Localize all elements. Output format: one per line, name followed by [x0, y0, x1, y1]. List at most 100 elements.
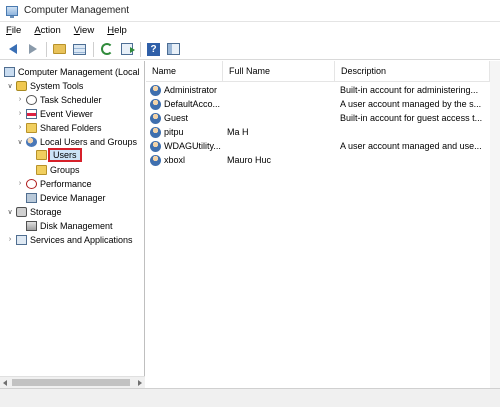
- computer-icon: [4, 66, 15, 77]
- collapse-chevron-icon[interactable]: ∨: [16, 138, 24, 146]
- header-divider: [146, 81, 500, 82]
- user-icon: [150, 140, 161, 152]
- refresh-button[interactable]: [98, 41, 115, 58]
- list-item[interactable]: WDAGUtility... A user account managed an…: [146, 139, 500, 153]
- list-item[interactable]: Guest Built-in account for guest access …: [146, 111, 500, 125]
- help-icon: ?: [147, 42, 160, 56]
- window-title: Computer Management: [24, 5, 130, 16]
- menu-file[interactable]: File: [6, 25, 21, 36]
- back-arrow-icon: [8, 44, 17, 54]
- folder-icon: [36, 149, 47, 160]
- user-description: Built-in account for guest access t...: [340, 113, 483, 123]
- forward-arrow-icon: [28, 44, 37, 54]
- show-hide-tree-button[interactable]: [71, 41, 88, 58]
- menu-bar: File Action View Help: [0, 22, 500, 39]
- user-icon: [150, 84, 161, 96]
- column-header-name[interactable]: Name: [146, 61, 223, 81]
- user-full-name: Mauro Huc: [227, 155, 272, 165]
- console-tree-icon: [167, 43, 180, 55]
- user-full-name: [227, 111, 332, 125]
- computer-management-icon: [6, 5, 18, 18]
- system-tools-icon: [16, 80, 27, 91]
- user-full-name: [227, 83, 332, 97]
- menu-action[interactable]: Action: [34, 25, 60, 36]
- users-group-icon: [26, 136, 37, 147]
- refresh-icon: [100, 43, 113, 55]
- expand-chevron-icon[interactable]: ›: [16, 110, 24, 117]
- user-description: A user account managed and use...: [340, 141, 482, 151]
- user-name: pitpu: [164, 127, 184, 137]
- device-manager-icon: [26, 192, 37, 203]
- tree-item-groups[interactable]: Groups: [36, 163, 80, 176]
- user-icon: [150, 112, 161, 124]
- tree-item-disk-management[interactable]: Disk Management: [26, 219, 113, 232]
- expand-chevron-icon[interactable]: ›: [6, 236, 14, 243]
- list-item[interactable]: pitpu Ma H: [146, 125, 500, 139]
- user-description: [340, 125, 490, 139]
- tree-horizontal-scrollbar[interactable]: [0, 376, 145, 388]
- up-folder-icon: [53, 44, 66, 54]
- tree-item-users[interactable]: Users: [36, 147, 82, 162]
- disk-management-icon: [26, 220, 37, 231]
- title-bar: Computer Management: [0, 0, 500, 22]
- scroll-right-icon[interactable]: [138, 380, 142, 386]
- user-icon: [150, 126, 161, 138]
- user-full-name: [227, 97, 332, 111]
- status-bar: [0, 388, 500, 407]
- scrollbar-thumb[interactable]: [12, 379, 130, 386]
- user-name: Administrator: [164, 85, 218, 95]
- user-icon: [150, 98, 161, 110]
- user-name: Guest: [164, 113, 189, 123]
- toolbar-separator: [140, 41, 141, 57]
- tree-item-shared-folders[interactable]: › Shared Folders: [16, 121, 102, 134]
- tree-item-services-applications[interactable]: › Services and Applications: [6, 233, 133, 246]
- user-description: Built-in account for administering...: [340, 85, 479, 95]
- user-description: [340, 153, 490, 167]
- performance-icon: [26, 178, 37, 189]
- list-item[interactable]: Administrator Built-in account for admin…: [146, 83, 500, 97]
- user-full-name: Ma H: [227, 127, 249, 137]
- expand-chevron-icon[interactable]: ›: [16, 180, 24, 187]
- expand-chevron-icon[interactable]: ›: [16, 124, 24, 131]
- collapse-chevron-icon[interactable]: ∨: [6, 82, 14, 90]
- collapse-chevron-icon[interactable]: ∨: [6, 208, 14, 216]
- list-vertical-scrollbar[interactable]: [490, 61, 500, 388]
- list-item[interactable]: xboxl Mauro Huc: [146, 153, 500, 167]
- user-description: A user account managed by the s...: [340, 99, 482, 109]
- user-icon: [150, 154, 161, 166]
- tree-item-system-tools[interactable]: ∨ System Tools: [6, 79, 83, 92]
- toolbar: ?: [0, 39, 500, 60]
- menu-view[interactable]: View: [74, 25, 94, 36]
- list-item[interactable]: DefaultAcco... A user account managed by…: [146, 97, 500, 111]
- toolbar-separator: [93, 41, 94, 57]
- toolbar-separator: [46, 41, 47, 57]
- help-button[interactable]: ?: [145, 41, 162, 58]
- storage-icon: [16, 206, 27, 217]
- task-scheduler-icon: [26, 94, 37, 105]
- forward-button[interactable]: [24, 41, 41, 58]
- up-one-level-button[interactable]: [51, 41, 68, 58]
- column-header-description[interactable]: Description: [335, 61, 490, 81]
- scroll-left-icon[interactable]: [3, 380, 7, 386]
- tree-item-event-viewer[interactable]: › Event Viewer: [16, 107, 93, 120]
- export-list-icon: [120, 43, 135, 55]
- tree-item-performance[interactable]: › Performance: [16, 177, 92, 190]
- user-name: WDAGUtility...: [164, 141, 221, 151]
- tree-item-storage[interactable]: ∨ Storage: [6, 205, 62, 218]
- user-full-name: [227, 139, 332, 153]
- tree-item-root[interactable]: Computer Management (Local: [4, 65, 140, 78]
- tree-item-device-manager[interactable]: Device Manager: [26, 191, 106, 204]
- expand-chevron-icon[interactable]: ›: [16, 96, 24, 103]
- column-header-full-name[interactable]: Full Name: [223, 61, 335, 81]
- services-icon: [16, 234, 27, 245]
- export-list-button[interactable]: [118, 41, 135, 58]
- user-list-view: Name Full Name Description Administrator…: [146, 61, 500, 388]
- user-name: DefaultAcco...: [164, 99, 221, 109]
- console-tree-button[interactable]: [165, 41, 182, 58]
- user-name: xboxl: [164, 155, 186, 165]
- back-button[interactable]: [4, 41, 21, 58]
- tree-item-task-scheduler[interactable]: › Task Scheduler: [16, 93, 102, 106]
- menu-help[interactable]: Help: [107, 25, 127, 36]
- folder-icon: [36, 164, 47, 175]
- navigation-tree: Computer Management (Local ∨ System Tool…: [0, 61, 145, 388]
